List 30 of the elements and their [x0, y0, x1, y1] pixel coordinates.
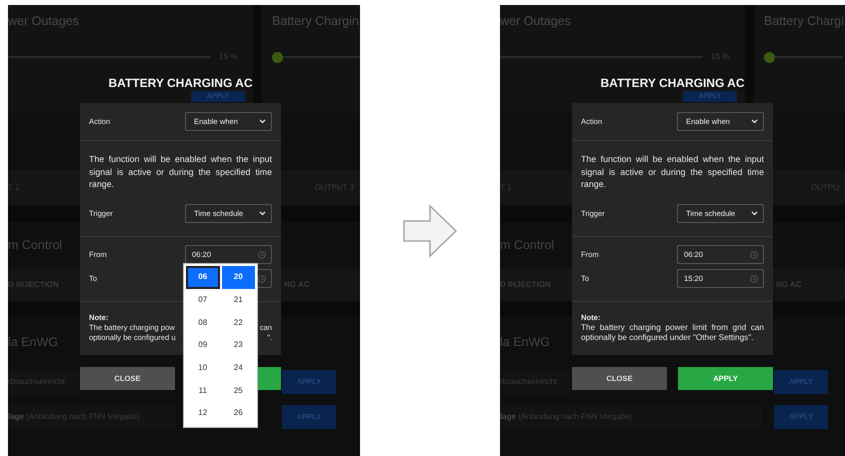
hour-option[interactable]: 12 — [186, 402, 220, 425]
arrow-right-icon — [402, 202, 458, 258]
minute-option[interactable]: 26 — [222, 402, 255, 425]
minute-option[interactable]: 21 — [222, 288, 255, 312]
slider-thumb[interactable] — [272, 52, 283, 62]
chevron-icon — [259, 119, 266, 124]
minute-option[interactable]: 22 — [222, 311, 255, 334]
minute-option[interactable]: 23 — [222, 334, 255, 357]
hour-option[interactable]: 11 — [186, 379, 220, 402]
description-text: The function will be enabled when the input signal is active or during the specified time range. — [89, 153, 272, 190]
dialog-title: BATTERY CHARGING AC — [108, 77, 252, 90]
hour-option[interactable]: 08 — [186, 311, 220, 334]
clock-icon — [258, 250, 266, 258]
hour-option[interactable]: 06 — [186, 266, 220, 289]
clock-icon — [258, 274, 266, 282]
minute-option[interactable]: 24 — [222, 356, 255, 380]
hour-option[interactable]: 07 — [186, 288, 220, 312]
chevron-icon — [751, 119, 758, 124]
minute-option[interactable]: 25 — [222, 379, 255, 402]
clock-icon — [750, 274, 758, 282]
hour-option[interactable]: 10 — [186, 356, 220, 380]
dialog-title: BATTERY CHARGING AC — [600, 77, 744, 90]
chevron-icon — [751, 211, 758, 216]
slider-thumb[interactable] — [764, 52, 775, 62]
hour-option[interactable]: 09 — [186, 334, 220, 357]
minute-option[interactable]: 20 — [222, 266, 255, 289]
note-text: The battery charging power limit from grid can optionally be configured under "Other Settings". — [581, 322, 764, 344]
description-text: The function will be enabled when the input signal is active or during the specified time range. — [581, 153, 764, 190]
clock-icon — [750, 250, 758, 258]
chevron-icon — [259, 211, 266, 216]
